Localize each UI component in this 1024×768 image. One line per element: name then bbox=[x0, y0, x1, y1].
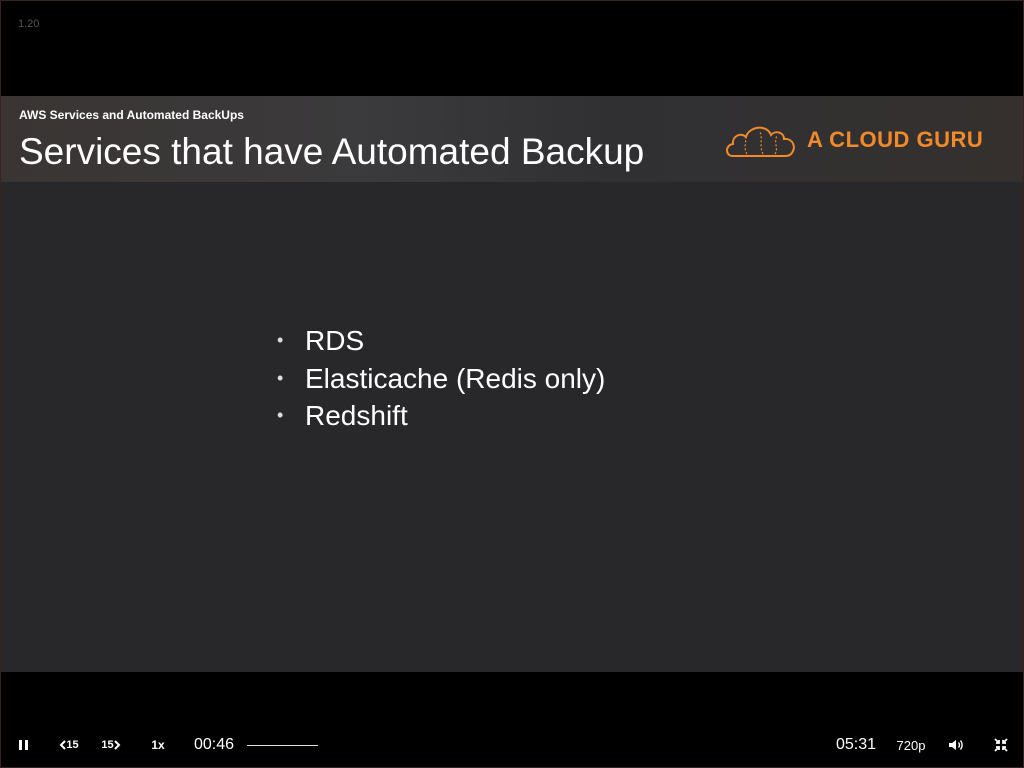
slide-kicker: AWS Services and Automated BackUps bbox=[19, 108, 244, 122]
playback-speed-button[interactable]: 1x bbox=[148, 728, 168, 762]
quality-button[interactable]: 720p bbox=[895, 728, 927, 762]
slide-header: AWS Services and Automated BackUps Servi… bbox=[1, 96, 1023, 182]
progress-track[interactable] bbox=[247, 745, 318, 746]
forward-label: 15 bbox=[101, 739, 114, 751]
current-time: 00:46 bbox=[193, 736, 235, 753]
bullet-text: Redshift bbox=[305, 400, 408, 431]
version-label: 1.20 bbox=[18, 18, 40, 30]
bullet-text: Elasticache (Redis only) bbox=[305, 362, 606, 394]
pause-button[interactable] bbox=[14, 728, 32, 762]
rewind-15-button[interactable]: 15 bbox=[57, 728, 81, 762]
chevron-left-icon bbox=[59, 740, 67, 750]
bullet-icon: • bbox=[277, 367, 284, 388]
bullet-icon: • bbox=[277, 405, 284, 425]
forward-15-button[interactable]: 15 bbox=[99, 728, 123, 762]
cloud-logo-icon bbox=[726, 126, 795, 157]
volume-button[interactable] bbox=[946, 728, 966, 762]
bullet-text: RDS bbox=[305, 325, 365, 356]
slide-title: Services that have Automated Backup bbox=[19, 131, 645, 172]
pause-icon bbox=[17, 740, 29, 750]
duration: 05:31 bbox=[835, 736, 877, 753]
bullet-icon: • bbox=[277, 330, 284, 350]
rewind-label: 15 bbox=[66, 739, 79, 751]
brand-logo: A CLOUD GURU bbox=[723, 118, 1003, 162]
exit-fullscreen-icon bbox=[994, 738, 1008, 752]
player-controls: 15 15 1x 00:46 05:31 720p bbox=[0, 728, 1024, 762]
volume-icon bbox=[949, 740, 963, 750]
chevron-right-icon bbox=[113, 740, 121, 750]
exit-fullscreen-button[interactable] bbox=[992, 728, 1010, 762]
video-slide[interactable]: AWS Services and Automated BackUps Servi… bbox=[1, 96, 1023, 672]
brand-name: A CLOUD GURU bbox=[807, 127, 984, 152]
